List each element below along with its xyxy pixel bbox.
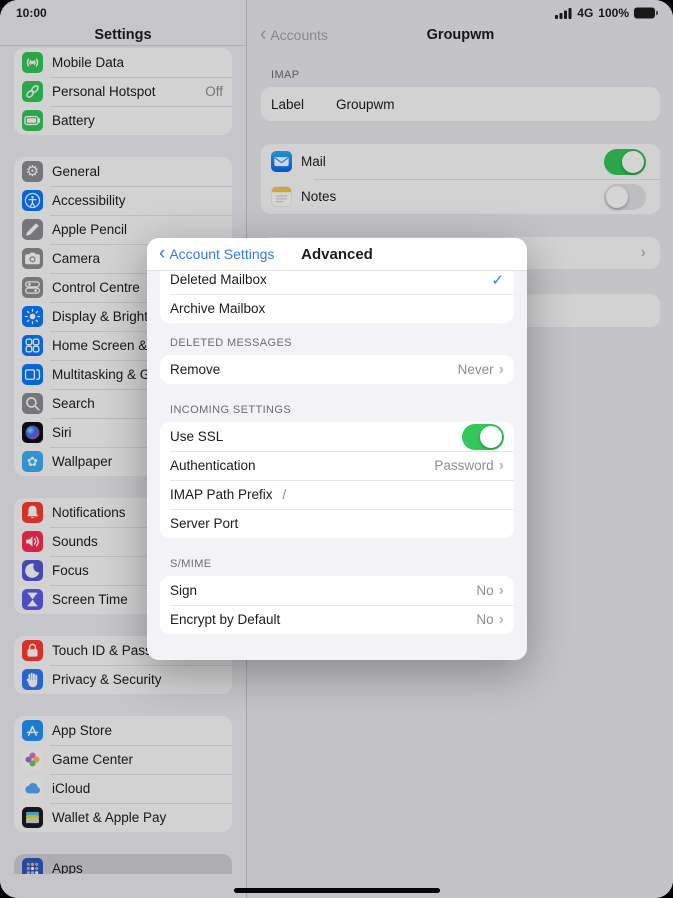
chevron-right-icon: ›	[498, 581, 504, 599]
row-value: Password	[434, 458, 494, 473]
row-server-port[interactable]: Server Port	[160, 509, 514, 538]
chevron-right-icon: ›	[498, 456, 504, 474]
row-archive-mailbox[interactable]: Archive Mailbox	[160, 294, 514, 323]
section-label-deleted-messages: DELETED MESSAGES	[170, 337, 292, 349]
row-deleted-mailbox[interactable]: Deleted Mailbox ✓	[160, 271, 514, 294]
row-value: No	[476, 583, 494, 598]
row-label: Authentication	[170, 458, 256, 473]
advanced-modal: ‹ Account Settings Advanced Deleted Mail…	[147, 238, 527, 660]
modal-body: Deleted Mailbox ✓ Archive Mailbox DELETED …	[147, 271, 527, 660]
section-card-s-mime: Sign No › Encrypt by Default No ›	[160, 576, 514, 634]
row-label: Remove	[170, 362, 221, 377]
ipad-screen: 10:00 4G 100% Settings Mobile Data Person…	[0, 0, 673, 898]
section-label-incoming-settings: INCOMING SETTINGS	[170, 404, 292, 416]
mailbox-card: Deleted Mailbox ✓ Archive Mailbox	[160, 271, 514, 323]
row-value: Never	[457, 362, 494, 377]
row-label: Server Port	[170, 516, 239, 531]
row-label: Archive Mailbox	[170, 301, 266, 316]
section-card-incoming-settings: Use SSL Authentication Password › IMAP Path …	[160, 422, 514, 538]
section-card-deleted-messages: Remove Never ›	[160, 355, 514, 384]
row-encrypt-by-default[interactable]: Encrypt by Default No ›	[160, 605, 514, 634]
chevron-left-icon: ‹	[159, 242, 166, 264]
section-label-s-mime: S/MIME	[170, 558, 212, 570]
row-remove[interactable]: Remove Never ›	[160, 355, 514, 384]
row-label: Use SSL	[170, 429, 224, 444]
row-imap-path-prefix[interactable]: IMAP Path Prefix /	[160, 480, 514, 509]
row-label: Deleted Mailbox	[170, 272, 267, 287]
modal-header: ‹ Account Settings Advanced	[147, 238, 527, 271]
back-button-account-settings[interactable]: ‹ Account Settings	[159, 238, 274, 270]
home-indicator[interactable]	[233, 888, 440, 893]
row-authentication[interactable]: Authentication Password ›	[160, 451, 514, 480]
row-value: No	[476, 612, 494, 627]
back-label: Account Settings	[169, 246, 275, 262]
row-inline-value[interactable]: /	[283, 487, 287, 502]
chevron-right-icon: ›	[498, 360, 504, 378]
row-label: IMAP Path Prefix	[170, 487, 273, 502]
modal-title: Advanced	[301, 245, 373, 263]
use-ssl-toggle[interactable]	[462, 423, 504, 450]
row-use-ssl[interactable]: Use SSL	[160, 422, 514, 451]
row-label: Encrypt by Default	[170, 612, 281, 627]
chevron-right-icon: ›	[498, 610, 504, 628]
checkmark-icon: ✓	[491, 271, 504, 289]
row-sign[interactable]: Sign No ›	[160, 576, 514, 605]
row-label: Sign	[170, 583, 198, 598]
